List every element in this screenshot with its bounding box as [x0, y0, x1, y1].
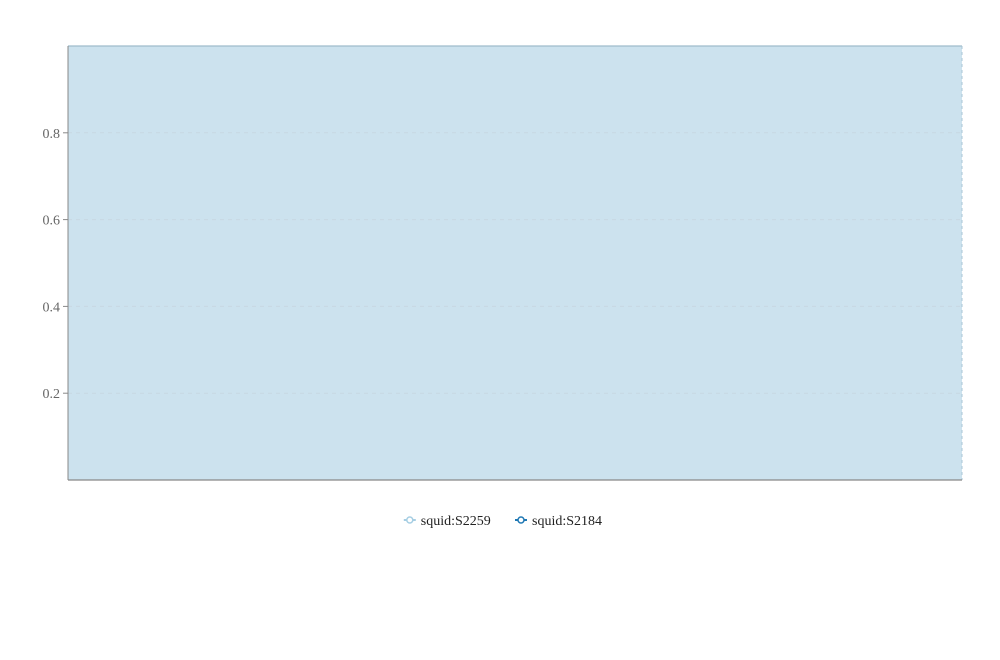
legend-circle-marker: [406, 516, 414, 524]
legend[interactable]: squid:S2259 squid:S2184: [403, 514, 602, 529]
legend-label: squid:S2259: [421, 514, 491, 529]
y-tick-label: 0.6: [43, 214, 61, 229]
y-tick-label: 0.4: [43, 300, 61, 315]
y-tick-label: 0.2: [43, 387, 61, 402]
legend-circle-marker: [517, 516, 525, 524]
area-series-squid-s2259: [68, 46, 962, 480]
plot-area: [68, 45, 963, 480]
y-tick-label: 0.8: [43, 127, 61, 142]
legend-item-squid-s2259[interactable]: squid:S2259: [403, 514, 491, 529]
area-chart: 0.2 0.4 0.6 0.8 squid:S2259 squid:S2184: [43, 45, 963, 529]
legend-label: squid:S2184: [532, 514, 602, 529]
legend-item-squid-s2184[interactable]: squid:S2184: [515, 514, 602, 529]
